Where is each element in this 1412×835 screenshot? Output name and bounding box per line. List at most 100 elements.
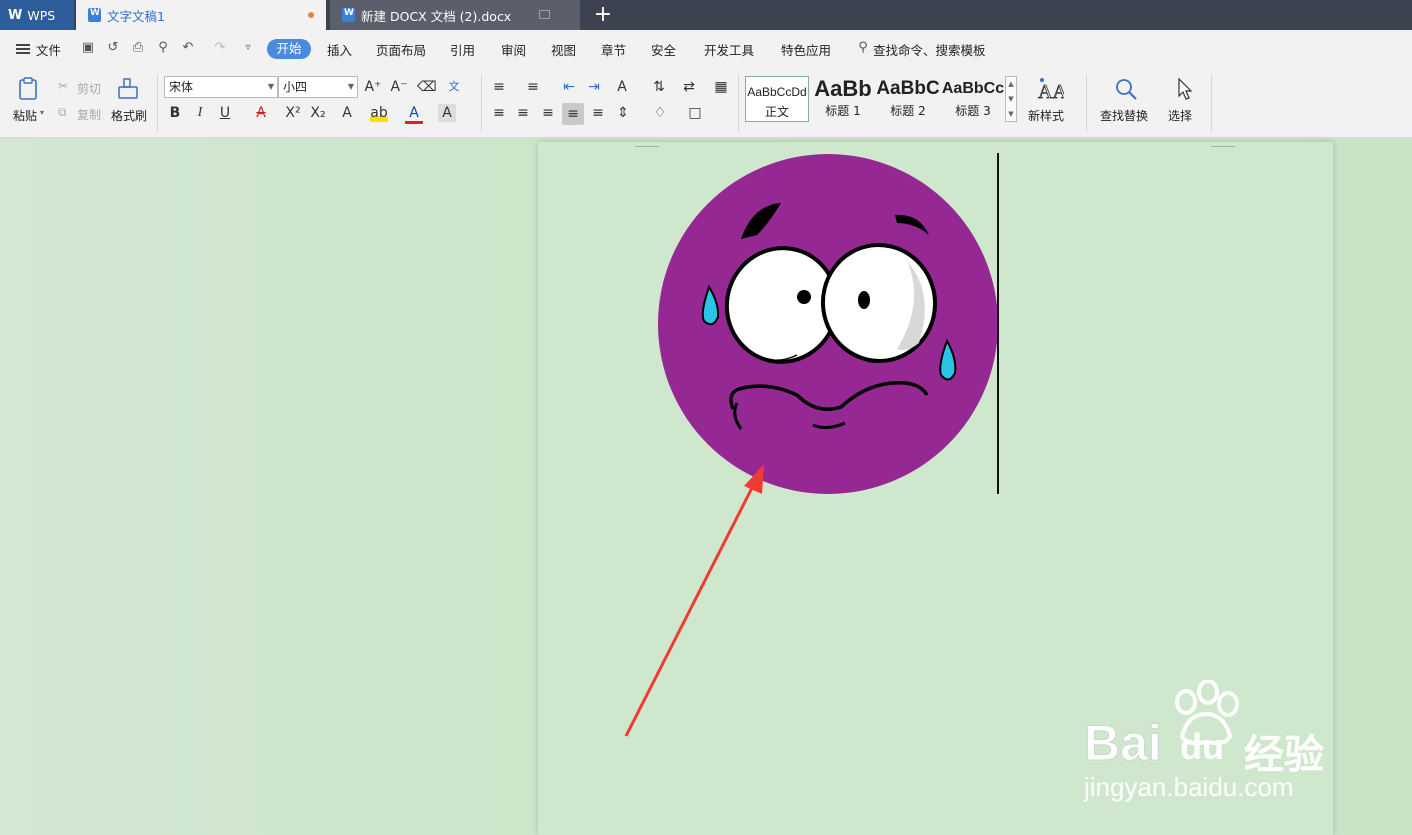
svg-text:AA: AA <box>1038 81 1064 102</box>
tab-document-2-label: 新建 DOCX 文档 (2).docx <box>361 8 512 24</box>
style-normal-sample: AaBbCcDd <box>747 85 807 99</box>
cut-button[interactable]: 剪切 <box>77 80 101 97</box>
highlight-icon[interactable]: ab <box>370 104 388 122</box>
new-tab-button[interactable]: + <box>593 2 613 28</box>
menu-page-layout[interactable]: 页面布局 <box>376 40 426 59</box>
unsaved-dot-icon <box>308 12 314 18</box>
menu-developer[interactable]: 开发工具 <box>704 40 754 59</box>
italic-icon[interactable]: I <box>191 104 209 122</box>
menu-view[interactable]: 视图 <box>551 40 576 59</box>
scissors-icon: ✂ <box>58 79 69 93</box>
font-name-select[interactable]: 宋体 ▼ <box>164 76 278 98</box>
red-arrow-annotation <box>624 464 764 737</box>
tab-document-2[interactable]: 新建 DOCX 文档 (2).docx <box>330 0 580 30</box>
grow-font-icon[interactable]: A⁺ <box>364 78 382 96</box>
style-heading-2-sample: AaBbC <box>876 78 940 99</box>
distribute-icon[interactable]: ≡ <box>589 104 607 122</box>
menu-security[interactable]: 安全 <box>651 40 676 59</box>
redo-icon[interactable]: ↷ <box>213 41 227 55</box>
ribbon-toolbar: 粘贴 ▾ ✂ 剪切 ⧉ 复制 格式刷 宋体 ▼ 小四 ▼ A⁺ A⁻ ⌫ 文 B… <box>0 68 1412 138</box>
menu-home[interactable]: 开始 <box>267 39 311 59</box>
monitor-icon[interactable] <box>539 10 550 19</box>
shrink-font-icon[interactable]: A⁻ <box>390 78 408 96</box>
left-pupil <box>797 290 811 304</box>
command-search[interactable]: 查找命令、搜索模板 <box>873 40 986 59</box>
text-cursor <box>997 153 999 494</box>
style-heading-2-label: 标题 2 <box>890 104 926 118</box>
border-icon[interactable]: □ <box>686 104 704 122</box>
numbered-list-icon[interactable]: ≡ <box>524 78 542 96</box>
font-size-select[interactable]: 小四 ▼ <box>278 76 358 98</box>
font-color-icon[interactable]: A <box>405 104 423 124</box>
paragraph-marks-icon[interactable]: ⇄ <box>680 78 698 96</box>
menu-chapter[interactable]: 章节 <box>601 40 626 59</box>
underline-icon[interactable]: U <box>216 104 234 122</box>
increase-indent-icon[interactable]: ⇥ <box>585 78 603 96</box>
align-left-icon[interactable]: ≡ <box>490 104 508 122</box>
worried-face-image[interactable] <box>657 153 999 495</box>
find-replace-button[interactable]: 查找替换 <box>1100 107 1148 124</box>
tab-document-1[interactable]: 文字文稿1 <box>76 0 326 30</box>
strikethrough-icon[interactable]: A <box>252 104 270 122</box>
copy-icon: ⧉ <box>58 105 67 119</box>
wps-home-tab[interactable]: W WPS <box>0 0 74 30</box>
align-center-icon[interactable]: ≡ <box>514 104 532 122</box>
align-right-icon[interactable]: ≡ <box>539 104 557 122</box>
style-heading-3[interactable]: AaBbCc 标题 3 <box>941 76 1005 122</box>
text-effect-icon[interactable]: A <box>338 104 356 122</box>
paste-dropdown-icon[interactable]: ▾ <box>40 108 44 117</box>
superscript-icon[interactable]: X² <box>284 104 302 122</box>
clear-format-icon[interactable]: ⌫ <box>417 78 437 96</box>
style-heading-3-label: 标题 3 <box>955 104 991 118</box>
phonetic-guide-icon[interactable]: 文 <box>445 78 463 96</box>
new-style-icon[interactable]: AA <box>1036 76 1064 102</box>
char-shading-icon[interactable]: A <box>438 104 456 122</box>
style-normal[interactable]: AaBbCcDd 正文 <box>745 76 809 122</box>
wps-tab-label: WPS <box>27 7 56 23</box>
text-direction-icon[interactable]: A <box>613 78 631 96</box>
search-icon: ⚲ <box>858 40 868 55</box>
baidu-jingyan-watermark: Bai du 经验 jingyan.baidu.com <box>1080 680 1340 810</box>
style-heading-1[interactable]: AaBb 标题 1 <box>811 76 875 122</box>
font-size-value: 小四 <box>283 80 308 94</box>
style-heading-3-sample: AaBbCc <box>941 80 1005 97</box>
print-icon[interactable]: ⎙ <box>131 41 145 55</box>
format-painter-icon[interactable] <box>116 76 142 102</box>
justify-icon[interactable]: ≡ <box>562 103 584 125</box>
save-icon[interactable]: ▣ <box>81 41 95 55</box>
select-cursor-icon[interactable] <box>1174 76 1196 102</box>
decrease-indent-icon[interactable]: ⇤ <box>560 78 578 96</box>
paste-button[interactable]: 粘贴 <box>13 107 37 124</box>
table-grid-icon[interactable]: ▦ <box>712 78 730 96</box>
subscript-icon[interactable]: X₂ <box>309 104 327 122</box>
export-icon[interactable]: ↺ <box>106 41 120 55</box>
menu-insert[interactable]: 插入 <box>327 40 352 59</box>
divider <box>157 74 158 132</box>
sort-icon[interactable]: ⇅ <box>650 78 668 96</box>
menu-references[interactable]: 引用 <box>450 40 475 59</box>
find-replace-icon[interactable] <box>1113 76 1139 102</box>
menu-file[interactable]: 文件 <box>36 40 61 59</box>
chevron-down-icon: ▼ <box>267 82 274 91</box>
line-spacing-icon[interactable]: ⇕ <box>614 104 632 122</box>
paste-icon[interactable] <box>16 76 42 102</box>
watermark-url: jingyan.baidu.com <box>1084 772 1294 802</box>
new-style-button[interactable]: 新样式 <box>1028 107 1064 124</box>
chevron-down-icon: ▼ <box>347 82 354 91</box>
undo-icon[interactable]: ↶ <box>181 41 195 55</box>
style-normal-label: 正文 <box>764 105 789 119</box>
styles-scroll[interactable]: ▲ ▼ ▼ <box>1005 76 1017 122</box>
hamburger-menu-icon[interactable] <box>16 44 30 54</box>
format-painter-button[interactable]: 格式刷 <box>111 107 147 124</box>
menu-review[interactable]: 审阅 <box>501 40 526 59</box>
customize-dropdown-icon[interactable]: ▿ <box>241 41 255 55</box>
shading-fill-icon[interactable]: ♢ <box>651 104 669 122</box>
menu-features[interactable]: 特色应用 <box>781 40 831 59</box>
bold-icon[interactable]: B <box>166 104 184 122</box>
style-heading-1-sample: AaBb <box>814 76 872 101</box>
style-heading-2[interactable]: AaBbC 标题 2 <box>876 76 940 122</box>
bullet-list-icon[interactable]: ≡ <box>490 78 508 96</box>
copy-button[interactable]: 复制 <box>77 106 101 123</box>
select-button[interactable]: 选择 <box>1168 107 1192 124</box>
print-preview-icon[interactable]: ⚲ <box>156 41 170 55</box>
